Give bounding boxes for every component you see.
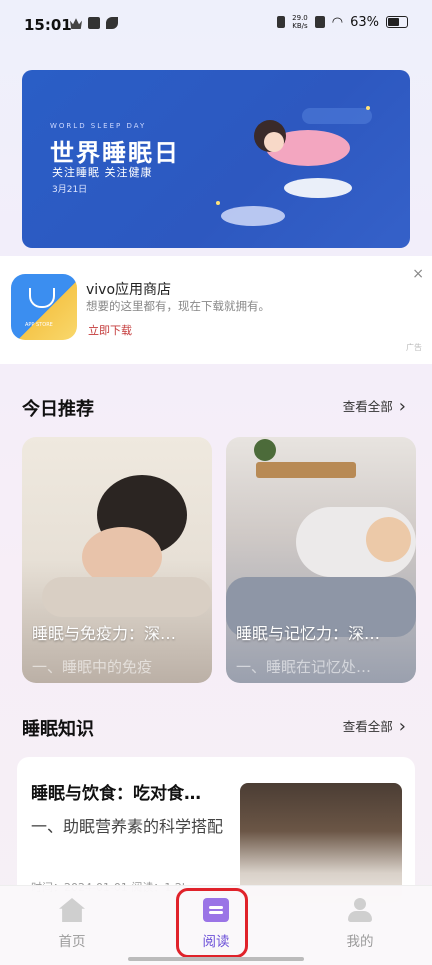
world-sleep-day-banner[interactable]: WORLD SLEEP DAY 世界睡眠日 关注睡眠 关注健康 3月21日 <box>22 70 410 248</box>
vibrate-icon <box>277 16 286 28</box>
banner-title: 世界睡眠日 <box>50 139 180 167</box>
wifi-icon: ◠ <box>331 14 344 30</box>
app-store-icon: APP STORE <box>11 274 77 340</box>
status-bar: 15:01 29.0 KB/s ◠ 63% <box>0 0 432 52</box>
card-image-arms <box>42 577 212 617</box>
card-image-plant <box>254 439 276 461</box>
article-subtitle: 一、助眠营养素的科学搭配 <box>31 817 224 836</box>
close-icon[interactable]: × <box>412 266 424 282</box>
net-speed-unit: KB/s <box>292 22 308 30</box>
card-image-face <box>366 517 411 562</box>
battery-icon <box>386 16 408 28</box>
knowledge-view-all-link[interactable]: 查看全部 <box>343 716 406 737</box>
net-speed: 29.0 KB/s <box>292 14 308 30</box>
article-title: 睡眠与饮食：吃对食… <box>31 784 201 804</box>
banner-date: 3月21日 <box>52 185 88 195</box>
recommend-card-1[interactable]: 睡眠与免疫力：深… 一、睡眠中的免疫 <box>22 437 212 683</box>
card-title: 睡眠与免疫力：深… <box>32 624 177 643</box>
active-tab-highlight <box>176 888 248 958</box>
status-time: 15:01 <box>24 16 72 34</box>
notification-icons <box>70 17 118 29</box>
app-store-icon-text: APP STORE <box>25 322 53 328</box>
tab-profile-label: 我的 <box>346 934 374 950</box>
today-section-title: 今日推荐 <box>22 399 94 420</box>
status-right: 29.0 KB/s ◠ 63% <box>277 14 408 30</box>
ad-description: 想要的这里都有，现在下载就拥有。 <box>86 299 270 313</box>
ad-card[interactable]: APP STORE vivo应用商店 想要的这里都有，现在下载就拥有。 立即下载… <box>0 256 432 364</box>
today-view-all-link[interactable]: 查看全部 <box>343 396 406 417</box>
home-indicator <box>128 957 304 961</box>
profile-icon <box>347 898 373 922</box>
banner-en-text: WORLD SLEEP DAY <box>50 122 147 130</box>
tab-home-label: 首页 <box>58 934 86 950</box>
tab-profile[interactable]: 我的 <box>315 898 405 950</box>
sim-icon <box>314 16 325 28</box>
leaf-icon <box>106 17 118 29</box>
mail-icon <box>88 17 100 29</box>
banner-subtitle: 关注睡眠 关注健康 <box>52 166 153 179</box>
ad-title: vivo应用商店 <box>86 282 172 298</box>
card-subtitle: 一、睡眠中的免疫 <box>32 658 153 676</box>
card-image <box>256 462 356 478</box>
recommend-card-2[interactable]: 睡眠与记忆力：深… 一、睡眠在记忆处… <box>226 437 416 683</box>
card-subtitle: 一、睡眠在记忆处… <box>236 658 372 676</box>
battery-percent: 63% <box>350 14 379 30</box>
home-icon <box>59 898 85 922</box>
moon-sleeping-girl-illustration <box>216 98 378 226</box>
card-title: 睡眠与记忆力：深… <box>236 624 381 643</box>
tab-home[interactable]: 首页 <box>27 898 117 950</box>
net-speed-value: 29.0 <box>292 14 308 22</box>
ad-label: 广告 <box>406 343 422 352</box>
crown-icon <box>70 18 82 29</box>
download-link[interactable]: 立即下载 <box>88 322 132 338</box>
knowledge-section-title: 睡眠知识 <box>22 719 94 740</box>
